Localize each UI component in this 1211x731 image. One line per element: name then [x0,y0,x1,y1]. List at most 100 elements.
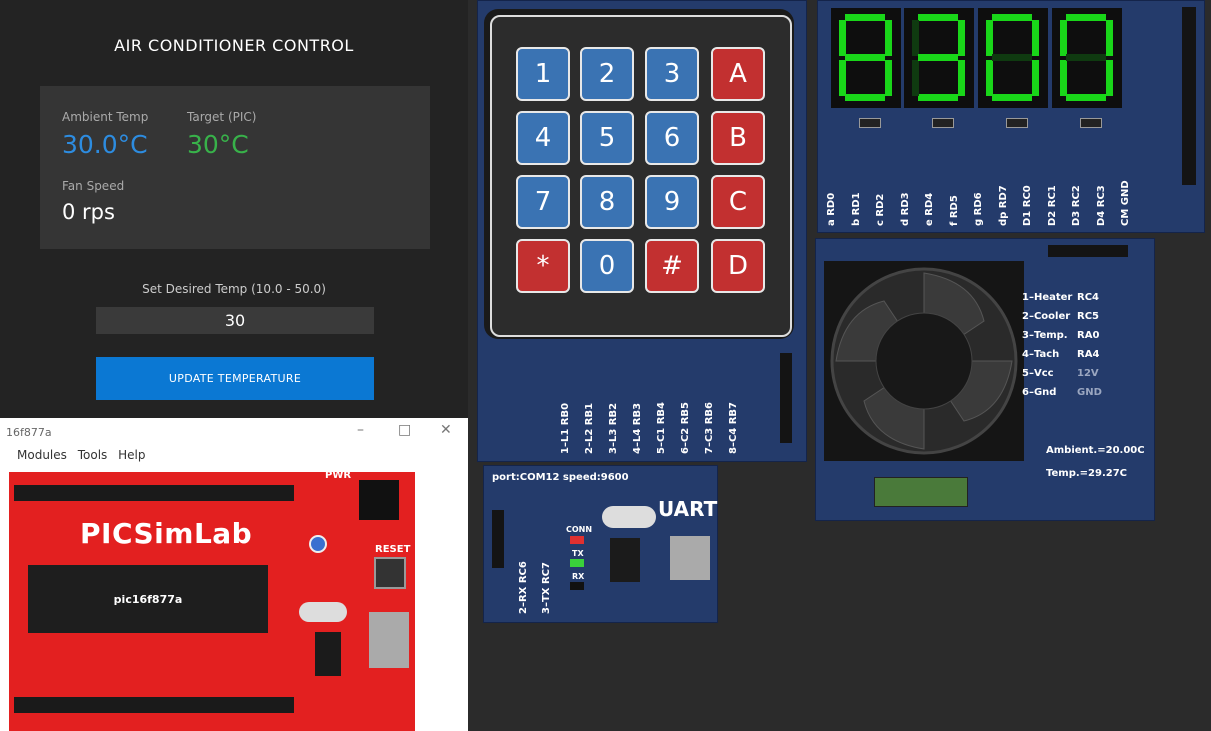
fan-pin-name: 3–Temp. [1022,330,1068,341]
keypad-key[interactable]: 7 [516,175,570,229]
uart-pin-rx: 2–RX RC6 [518,561,529,614]
fan-pin-name: 5–Vcc [1022,368,1054,379]
menu-help[interactable]: Help [118,448,145,462]
window-title: 16f877a [6,426,52,439]
keypad-key[interactable]: 8 [580,175,634,229]
menu-modules[interactable]: Modules [17,448,67,462]
target-value: 30°C [187,130,249,159]
keypad-key[interactable]: 6 [645,111,699,165]
fan-pin-port: RA4 [1077,349,1100,360]
desired-temp-input[interactable] [96,307,374,334]
set-temp-label: Set Desired Temp (10.0 - 50.0) [142,282,326,296]
fan-speed-value: 0 rps [62,200,115,224]
crystal [299,602,347,622]
keypad-pin-label: 8–C4 RB7 [728,401,739,454]
uart-pin-tx: 3–TX RC7 [541,562,552,614]
segment-pin-label: dp RD7 [997,185,1009,226]
keypad-key[interactable]: 9 [645,175,699,229]
uart-crystal [602,506,656,528]
keypad-pin-label: 1–L1 RB0 [560,402,571,454]
segment-pin-label: D1 RC0 [1022,185,1033,226]
transistor [1080,118,1102,128]
conn-led-label: CONN [566,525,593,534]
fan-pin-name: 4–Tach [1022,349,1060,360]
panel-title: AIR CONDITIONER CONTROL [114,36,354,55]
bottom-header [14,697,294,713]
temp-readout: Temp.=29.27C [1046,468,1128,479]
fan-header [1048,245,1128,257]
segment-pin-label: c RD2 [875,193,886,226]
keypad-key[interactable]: 0 [580,239,634,293]
fan-pin-port: GND [1077,387,1102,398]
keypad-pin-label: 3–L3 RB2 [608,402,619,454]
tx-led [570,559,584,567]
reset-button[interactable] [374,557,406,589]
maximize-button[interactable]: □ [398,422,411,438]
keypad-key[interactable]: 1 [516,47,570,101]
power-jack [359,480,399,520]
keypad-key[interactable]: D [711,239,765,293]
keypad-key[interactable]: C [711,175,765,229]
mcu-chip: pic16f877a [28,565,268,633]
fan-pin-name: 6–Gnd [1022,387,1057,398]
ac-control-panel: AIR CONDITIONER CONTROL Ambient Temp 30.… [0,0,468,418]
tx-led-label: TX [572,549,584,558]
seven-segment-digit [1052,8,1122,108]
update-temperature-button[interactable]: UPDATE TEMPERATURE [96,357,374,400]
keypad-key[interactable]: # [645,239,699,293]
fan-pin-port: 12V [1077,368,1099,379]
minimize-button[interactable]: – [357,422,364,438]
ic-chip [315,632,341,676]
seven-segment-digit [831,8,901,108]
keypad-key[interactable]: 4 [516,111,570,165]
keypad-pin-label: 2–L2 RB1 [584,402,595,454]
uart-header [492,510,504,568]
segment-pin-label: D3 RC2 [1071,185,1082,226]
fan-pin-name: 2–Cooler [1022,311,1071,322]
keypad-pin-label: 5–C1 RB4 [656,401,667,454]
menu-tools[interactable]: Tools [78,448,108,462]
uart-usb [670,536,710,580]
keypad-pin-label: 6–C2 RB5 [680,401,691,454]
board-brand: PICSimLab [80,517,253,550]
fan-pin-port: RA0 [1077,330,1100,341]
fan-pin-name: 1–Heater [1022,292,1073,303]
menu-bar: Modules Tools Help [0,448,468,468]
fan-speed-label: Fan Speed [62,179,125,193]
transistor [932,118,954,128]
keypad-key[interactable]: 3 [645,47,699,101]
keypad-key[interactable]: * [516,239,570,293]
segment-pin-label: b RD1 [850,192,862,226]
fan-pin-port: RC4 [1077,292,1099,303]
rx-led-label: RX [572,572,585,581]
ambient-readout: Ambient.=20.00C [1046,445,1145,456]
seven-segment-digit [904,8,974,108]
close-button[interactable]: ✕ [440,422,452,438]
reset-label: RESET [375,544,411,555]
usb-connector [369,612,409,668]
transistor [859,118,881,128]
keypad-key[interactable]: B [711,111,765,165]
segment-pin-label: f RD5 [948,195,960,226]
segment-pin-label: D2 RC1 [1046,185,1058,226]
uart-port-info: port:COM12 speed:9600 [492,472,629,483]
fan-housing [824,261,1024,461]
segment-pin-label: e RD4 [924,192,935,226]
top-header [14,485,294,501]
keypad-header [780,353,792,443]
ambient-value: 30.0°C [62,130,148,159]
pwr-label: PWR [325,470,352,481]
rx-led [570,582,584,590]
target-label: Target (PIC) [187,110,257,124]
ambient-label: Ambient Temp [62,110,149,124]
keypad-key[interactable]: 2 [580,47,634,101]
conn-led [570,536,584,544]
seven-segment-digit [978,8,1048,108]
keypad-key[interactable]: 5 [580,111,634,165]
uart-ic [610,538,640,582]
segment-pin-label: d RD3 [899,192,911,226]
keypad-key[interactable]: A [711,47,765,101]
segment-header [1182,7,1196,185]
keypad-pin-label: 7–C3 RB6 [704,401,715,454]
segment-pin-label: D4 RC3 [1095,185,1107,226]
